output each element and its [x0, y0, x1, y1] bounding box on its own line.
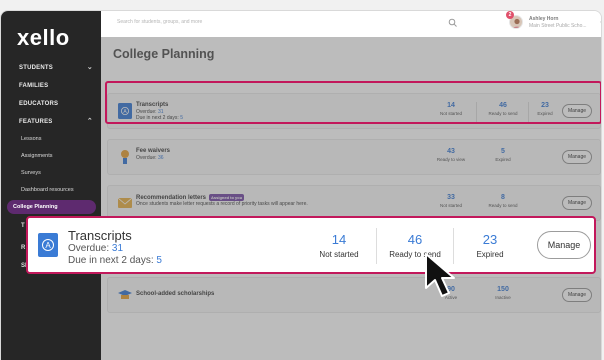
- page-title: College Planning: [113, 47, 215, 61]
- user-school: Main Street Public Scho...: [529, 23, 587, 29]
- sidebar-item-college-planning[interactable]: College Planning: [7, 200, 96, 214]
- sidebar-item-label: EDUCATORS: [19, 101, 59, 107]
- sidebar-item-families[interactable]: FAMILIES: [1, 77, 101, 95]
- graduation-cap-icon: [118, 290, 132, 299]
- manage-button[interactable]: Manage: [562, 150, 592, 164]
- sidebar-item-label: FAMILIES: [19, 83, 49, 89]
- assigned-tag: Assigned to you: [209, 194, 245, 201]
- sidebar-item-surveys[interactable]: Surveys: [1, 166, 101, 180]
- card-title: School-added scholarships: [136, 291, 215, 297]
- xello-logo[interactable]: xello: [17, 25, 70, 51]
- user-name: Ashley Horn: [529, 16, 559, 22]
- sidebar-item-label: STUDENTS: [19, 65, 53, 71]
- header-bar: Search for students, groups, and more 2 …: [101, 11, 601, 37]
- stat-inactive[interactable]: 150 Inactive: [478, 286, 528, 300]
- sidebar-item-educators[interactable]: EDUCATORS: [1, 95, 101, 113]
- stat-ready-to-send[interactable]: 8 Ready to send: [478, 194, 528, 208]
- scholarships-card: School-added scholarships 90 Active 150 …: [107, 277, 601, 313]
- manage-button[interactable]: Manage: [537, 231, 591, 259]
- transcript-icon: A: [38, 233, 58, 257]
- card-title: Fee waivers: [136, 148, 171, 154]
- sidebar-item-students[interactable]: STUDENTS ⌄: [1, 59, 101, 77]
- envelope-icon: [118, 197, 132, 208]
- cursor-arrow-icon: [425, 253, 455, 297]
- manage-button[interactable]: Manage: [562, 288, 592, 302]
- sidebar-item-lessons[interactable]: Lessons: [1, 132, 101, 146]
- chevron-up-icon: ⌃: [86, 118, 93, 125]
- app-window: xello STUDENTS ⌄ FAMILIES EDUCATORS FEAT…: [0, 10, 602, 360]
- sidebar-item-partial[interactable]: T: [21, 223, 25, 229]
- chevron-down-icon: ⌄: [86, 64, 93, 71]
- fee-waiver-icon: [121, 150, 129, 164]
- overdue-text: Overdue: 31: [68, 243, 124, 254]
- card-description: Once students make letter requests a rec…: [136, 201, 308, 207]
- highlight-outline: [105, 81, 601, 124]
- due-text: Due in next 2 days: 5: [68, 255, 162, 266]
- overdue-text: Overdue: 36: [136, 155, 164, 161]
- sidebar-item-features[interactable]: FEATURES ⌃: [1, 113, 101, 131]
- stat-ready-to-view[interactable]: 43 Ready to view: [426, 148, 476, 162]
- chevron-down-icon: ⌄: [599, 18, 601, 25]
- sidebar: xello STUDENTS ⌄ FAMILIES EDUCATORS FEAT…: [1, 11, 101, 360]
- notification-badge: 2: [506, 11, 514, 19]
- zoomed-transcripts-card: A Transcripts Overdue: 31 Due in next 2 …: [26, 216, 596, 274]
- fee-waivers-card: Fee waivers Overdue: 36 43 Ready to view…: [107, 139, 601, 175]
- search-icon[interactable]: [448, 18, 458, 28]
- sidebar-item-partial[interactable]: R: [21, 245, 25, 251]
- user-menu[interactable]: 2 Ashley Horn Main Street Public Scho...…: [506, 11, 601, 35]
- stat-not-started[interactable]: 33 Not started: [426, 194, 476, 208]
- sidebar-item-dashboard-resources[interactable]: Dashboard resources: [1, 183, 101, 197]
- manage-button[interactable]: Manage: [562, 196, 592, 210]
- card-title: Transcripts: [68, 228, 132, 243]
- search-input[interactable]: Search for students, groups, and more: [117, 19, 202, 25]
- stat-expired[interactable]: 5 Expired: [478, 148, 528, 162]
- stat-expired[interactable]: 23 Expired: [450, 232, 530, 259]
- svg-text:A: A: [45, 241, 51, 250]
- sidebar-item-label: FEATURES: [19, 119, 53, 125]
- sidebar-item-assignments[interactable]: Assignments: [1, 149, 101, 163]
- stat-not-started[interactable]: 14 Not started: [299, 232, 379, 259]
